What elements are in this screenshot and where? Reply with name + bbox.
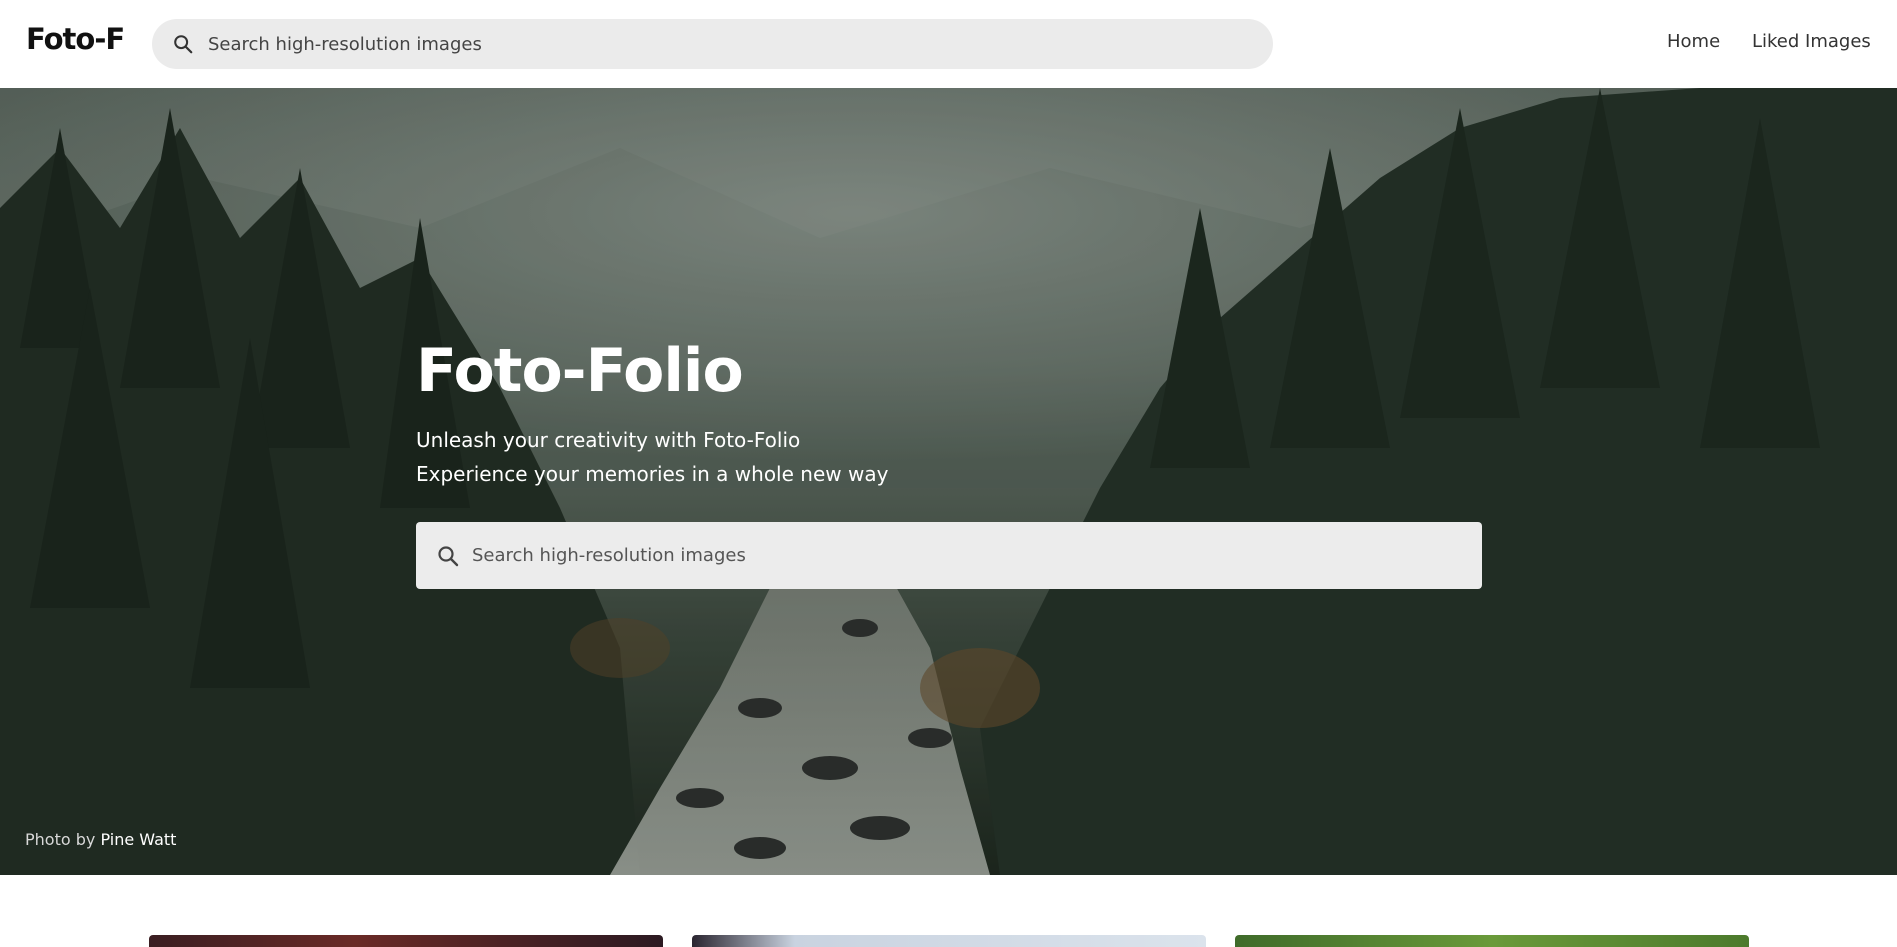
hero-search-input[interactable] — [472, 522, 1462, 589]
app-logo[interactable]: Foto-F — [26, 22, 125, 56]
search-icon — [438, 546, 459, 567]
photo-credit-prefix: Photo by — [25, 830, 96, 849]
top-navbar: Foto-F Home Liked Images — [0, 0, 1897, 88]
gallery-image-card[interactable] — [692, 935, 1206, 947]
hero-content: Foto-Folio Unleash your creativity with … — [416, 335, 888, 491]
gallery-image-card[interactable] — [1235, 935, 1749, 947]
hero-subtitle-line-1: Unleash your creativity with Foto-Folio — [416, 428, 801, 452]
photo-credit-author-link[interactable]: Pine Watt — [100, 830, 176, 849]
header-search-bar[interactable] — [152, 19, 1273, 69]
hero-subtitle-line-2: Experience your memories in a whole new … — [416, 462, 889, 486]
gallery-image-card[interactable] — [149, 935, 663, 947]
hero-banner: Foto-Folio Unleash your creativity with … — [0, 88, 1897, 875]
search-icon — [174, 35, 193, 54]
nav-home-link[interactable]: Home — [1667, 31, 1720, 52]
header-search-input[interactable] — [208, 19, 1248, 69]
hero-subtitle: Unleash your creativity with Foto-Folio … — [416, 423, 888, 491]
photo-credit: Photo by Pine Watt — [25, 830, 176, 849]
hero-title: Foto-Folio — [416, 336, 744, 406]
hero-background-image — [0, 88, 1897, 875]
hero-search-bar[interactable] — [416, 522, 1482, 589]
nav-liked-images-link[interactable]: Liked Images — [1752, 31, 1871, 52]
